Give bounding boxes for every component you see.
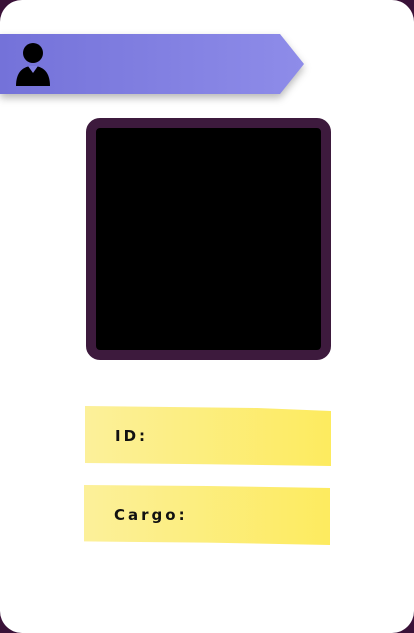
id-field-note: ID: — [85, 406, 331, 466]
id-label: ID: — [115, 427, 149, 445]
cargo-field-note: Cargo: — [84, 485, 330, 545]
user-icon — [16, 43, 50, 86]
id-badge-card: ID: Cargo: — [0, 0, 414, 633]
photo-placeholder[interactable] — [86, 118, 331, 360]
cargo-label: Cargo: — [114, 506, 188, 524]
header-banner — [0, 34, 304, 94]
